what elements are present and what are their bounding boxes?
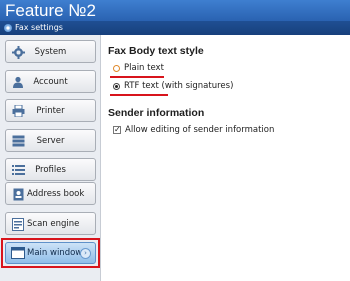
radio-button-selected[interactable] <box>113 82 120 90</box>
sidebar-item-label: Address book <box>27 188 85 199</box>
sidebar: System Account Printer Server Profiles A… <box>0 35 101 281</box>
fax-body-section-title: Fax Body text style <box>108 45 204 57</box>
option-label: RTF text (with signatures) <box>124 81 234 91</box>
underline-annotation <box>110 76 164 78</box>
sidebar-item-address-book[interactable]: Address book <box>5 182 96 205</box>
checkbox[interactable]: ✓ <box>113 126 121 134</box>
sidebar-item-label: Server <box>36 135 65 146</box>
sidebar-item-label: Scan engine <box>27 218 80 229</box>
sidebar-item-scan-engine[interactable]: Scan engine <box>5 212 96 235</box>
sidebar-item-printer[interactable]: Printer <box>5 99 96 122</box>
sidebar-item-label: System <box>34 46 67 57</box>
plain-text-option[interactable]: Plain text <box>113 63 164 73</box>
sidebar-item-label: Profiles <box>35 164 66 175</box>
sender-section-title: Sender information <box>108 107 205 119</box>
rtf-text-option[interactable]: RTF text (with signatures) <box>113 81 233 91</box>
settings-subtitle-bar: Fax settings <box>0 21 350 35</box>
radio-button[interactable] <box>113 64 120 72</box>
scanner-icon <box>11 217 25 231</box>
sidebar-item-server[interactable]: Server <box>5 129 96 152</box>
sidebar-item-system[interactable]: System <box>5 40 96 63</box>
sidebar-item-account[interactable]: Account <box>5 70 96 93</box>
gear-icon <box>4 24 12 32</box>
sidebar-item-label: Printer <box>36 105 65 116</box>
option-label: Allow editing of sender information <box>125 125 275 135</box>
highlight-annotation <box>1 238 100 268</box>
settings-subtitle: Fax settings <box>15 23 63 32</box>
sidebar-item-profiles[interactable]: Profiles <box>5 158 96 181</box>
option-label: Plain text <box>124 63 164 73</box>
sidebar-item-label: Account <box>33 76 68 87</box>
address-book-icon <box>11 187 25 201</box>
underline-annotation <box>110 94 168 96</box>
window-title: Feature №2 <box>0 0 350 21</box>
settings-panel: Fax Body text style Plain text RTF text … <box>101 35 350 281</box>
allow-editing-option[interactable]: ✓ Allow editing of sender information <box>113 125 274 135</box>
